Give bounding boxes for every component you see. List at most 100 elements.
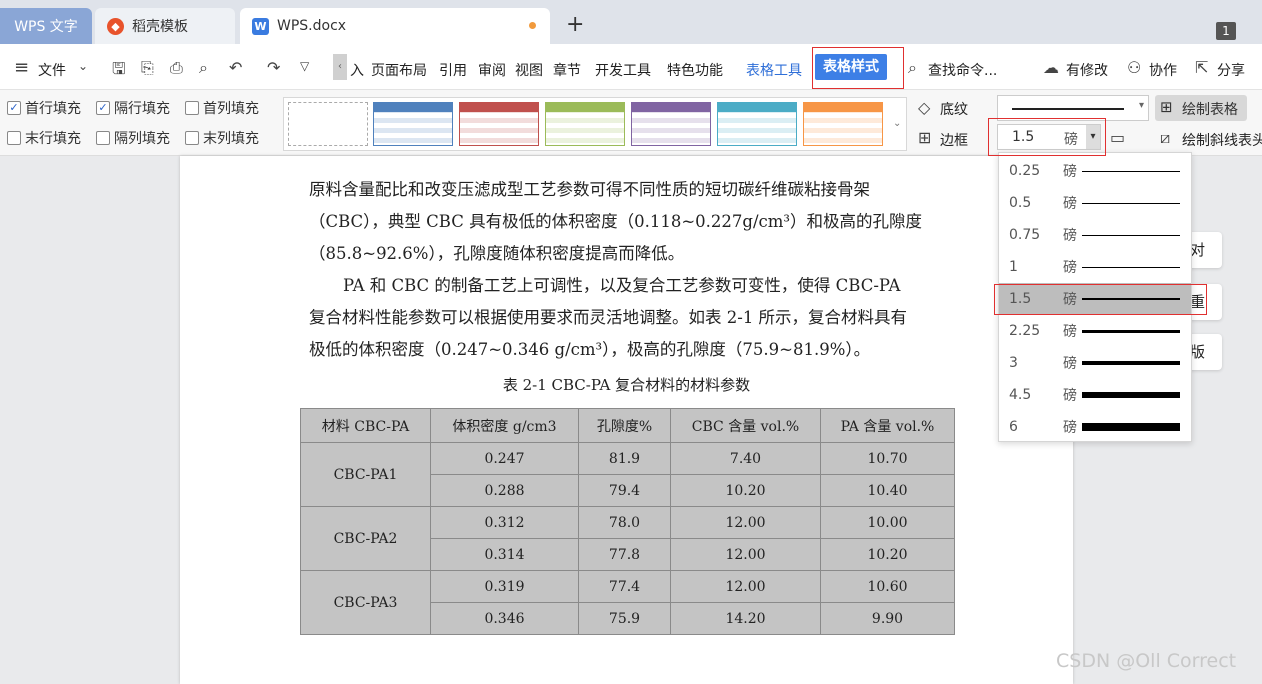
undo-icon[interactable]: ↶ [229, 58, 242, 77]
check-banded-rows[interactable]: ✓ 隔行填充 [96, 98, 170, 118]
menu-review[interactable]: 审阅 [478, 60, 506, 80]
menu-references[interactable]: 引用 [439, 60, 467, 80]
table-cell[interactable]: 0.319 [430, 570, 579, 603]
line-width-option[interactable]: 3磅 [999, 347, 1191, 379]
table-header-cell[interactable]: 体积密度 g/cm3 [430, 408, 579, 443]
check-banded-columns[interactable]: 隔列填充 [96, 128, 170, 148]
table-cell[interactable]: 75.9 [578, 602, 671, 635]
table-cell[interactable]: 7.40 [670, 442, 821, 475]
window-count-badge[interactable]: 1 [1216, 22, 1236, 40]
menu-special[interactable]: 特色功能 [667, 60, 723, 80]
table-cell[interactable]: 78.0 [578, 506, 671, 539]
share-button[interactable]: 分享 [1217, 60, 1245, 80]
table-cell[interactable]: 10.20 [820, 538, 955, 571]
check-first-column[interactable]: 首列填充 [185, 98, 259, 118]
chevron-down-icon[interactable]: ⌄ [78, 59, 88, 73]
file-menu[interactable]: 文件 [38, 60, 66, 80]
line-width-option[interactable]: 6磅 [999, 411, 1191, 443]
table-row: CBC-PA2 0.312 78.0 12.00 10.00 [300, 506, 955, 571]
table-cell[interactable]: 77.4 [578, 570, 671, 603]
hamburger-icon[interactable]: ≡ [14, 57, 29, 78]
table-cell[interactable]: 0.312 [430, 506, 579, 539]
check-last-column[interactable]: 末列填充 [185, 128, 259, 148]
draw-table-icon: ⊞ [1160, 98, 1173, 116]
collab-user-icon: ⚇ [1127, 58, 1142, 77]
menu-table-tools[interactable]: 表格工具 [746, 60, 802, 80]
table-cell[interactable]: 12.00 [670, 570, 821, 603]
line-width-option[interactable]: 0.75 磅 [999, 219, 1191, 251]
new-tab-button[interactable]: + [566, 12, 584, 37]
tab-wps-writer[interactable]: WPS 文字 [0, 8, 92, 44]
style-swatch-orange[interactable] [803, 102, 883, 146]
line-width-option[interactable]: 2.25 磅 [999, 315, 1191, 347]
save-icon[interactable]: 🖫 [112, 58, 126, 85]
changes-button[interactable]: 有修改 [1066, 60, 1108, 80]
collab-button[interactable]: 协作 [1149, 60, 1177, 80]
border-icon: ⊞ [918, 128, 932, 147]
line-width-option[interactable]: 0.5 磅 [999, 187, 1191, 219]
print-icon[interactable]: ⎙ [170, 58, 183, 78]
group-name-cell[interactable]: CBC-PA1 [300, 442, 431, 507]
line-style-preview [1012, 108, 1124, 110]
check-first-row[interactable]: ✓ 首行填充 [7, 98, 81, 118]
highlight-box [994, 284, 1207, 315]
table-cell[interactable]: 77.8 [578, 538, 671, 571]
table-cell[interactable]: 0.247 [430, 442, 579, 475]
document-page[interactable]: 原料含量配比和改变压滤成型工艺参数可得不同性质的短切碳纤维碳粘接骨架 （CBC）… [180, 156, 1073, 684]
menu-insert[interactable]: 入 [350, 60, 364, 80]
table-cell[interactable]: 0.346 [430, 602, 579, 635]
highlight-box [812, 47, 904, 89]
table-cell[interactable]: 10.60 [820, 570, 955, 603]
style-swatch-blue[interactable] [373, 102, 453, 146]
table-cell[interactable]: 14.20 [670, 602, 821, 635]
table-cell[interactable]: 10.40 [820, 474, 955, 507]
table-cell[interactable]: 10.70 [820, 442, 955, 475]
menu-view[interactable]: 视图 [515, 60, 543, 80]
table-header-cell[interactable]: 孔隙度% [578, 408, 671, 443]
group-name-cell[interactable]: CBC-PA3 [300, 570, 431, 635]
material-table[interactable]: 材料 CBC-PA 体积密度 g/cm3 孔隙度% CBC 含量 vol.% P… [300, 408, 955, 635]
table-header-cell[interactable]: 材料 CBC-PA [300, 408, 431, 443]
line-width-option[interactable]: 1磅 [999, 251, 1191, 283]
search-commands[interactable]: 查找命令... [928, 60, 997, 80]
export-icon[interactable]: ⎘ [141, 58, 154, 78]
table-cell[interactable]: 10.20 [670, 474, 821, 507]
print-preview-icon[interactable]: ⌕ [199, 58, 208, 78]
table-cell[interactable]: 0.288 [430, 474, 579, 507]
tab-docer-templates[interactable]: ◆ 稻壳模板 [95, 8, 235, 44]
scroll-left-button[interactable]: ‹ [333, 54, 347, 80]
line-width-option[interactable]: 0.25 磅 [999, 155, 1191, 187]
paragraph-line: PA 和 CBC 的制备工艺上可调性，以及复合工艺参数可变性，使得 CBC-PA [343, 276, 901, 295]
style-swatch-green[interactable] [545, 102, 625, 146]
style-swatch-plain[interactable] [288, 102, 368, 146]
menu-section[interactable]: 章节 [553, 60, 581, 80]
table-cell[interactable]: 9.90 [820, 602, 955, 635]
table-cell[interactable]: 81.9 [578, 442, 671, 475]
table-cell[interactable]: 10.00 [820, 506, 955, 539]
shading-button[interactable]: 底纹 [940, 99, 968, 119]
redo-icon[interactable]: ↷ [267, 58, 280, 77]
border-color-icon[interactable]: ▭ [1110, 128, 1125, 147]
line-sample [1082, 361, 1180, 365]
draw-diagonal-button[interactable]: 绘制斜线表头 [1182, 130, 1262, 150]
menu-page-layout[interactable]: 页面布局 [371, 60, 427, 80]
table-cell[interactable]: 12.00 [670, 538, 821, 571]
gallery-more-icon[interactable]: ⌄ [893, 118, 901, 129]
table-cell[interactable]: 0.314 [430, 538, 579, 571]
group-name-cell[interactable]: CBC-PA2 [300, 506, 431, 571]
draw-table-button[interactable]: ⊞ 绘制表格 [1155, 95, 1247, 121]
table-header-cell[interactable]: PA 含量 vol.% [820, 408, 955, 443]
border-button[interactable]: 边框 [940, 130, 968, 150]
style-swatch-purple[interactable] [631, 102, 711, 146]
table-header-cell[interactable]: CBC 含量 vol.% [670, 408, 821, 443]
line-sample [1082, 202, 1180, 204]
more-chevron-icon[interactable]: ▽ [300, 59, 309, 73]
line-width-option[interactable]: 4.5 磅 [999, 379, 1191, 411]
tab-document[interactable]: W WPS.docx [240, 8, 550, 44]
check-last-row[interactable]: 末行填充 [7, 128, 81, 148]
style-swatch-cyan[interactable] [717, 102, 797, 146]
menu-developer[interactable]: 开发工具 [595, 60, 651, 80]
table-cell[interactable]: 79.4 [578, 474, 671, 507]
style-swatch-red[interactable] [459, 102, 539, 146]
table-cell[interactable]: 12.00 [670, 506, 821, 539]
